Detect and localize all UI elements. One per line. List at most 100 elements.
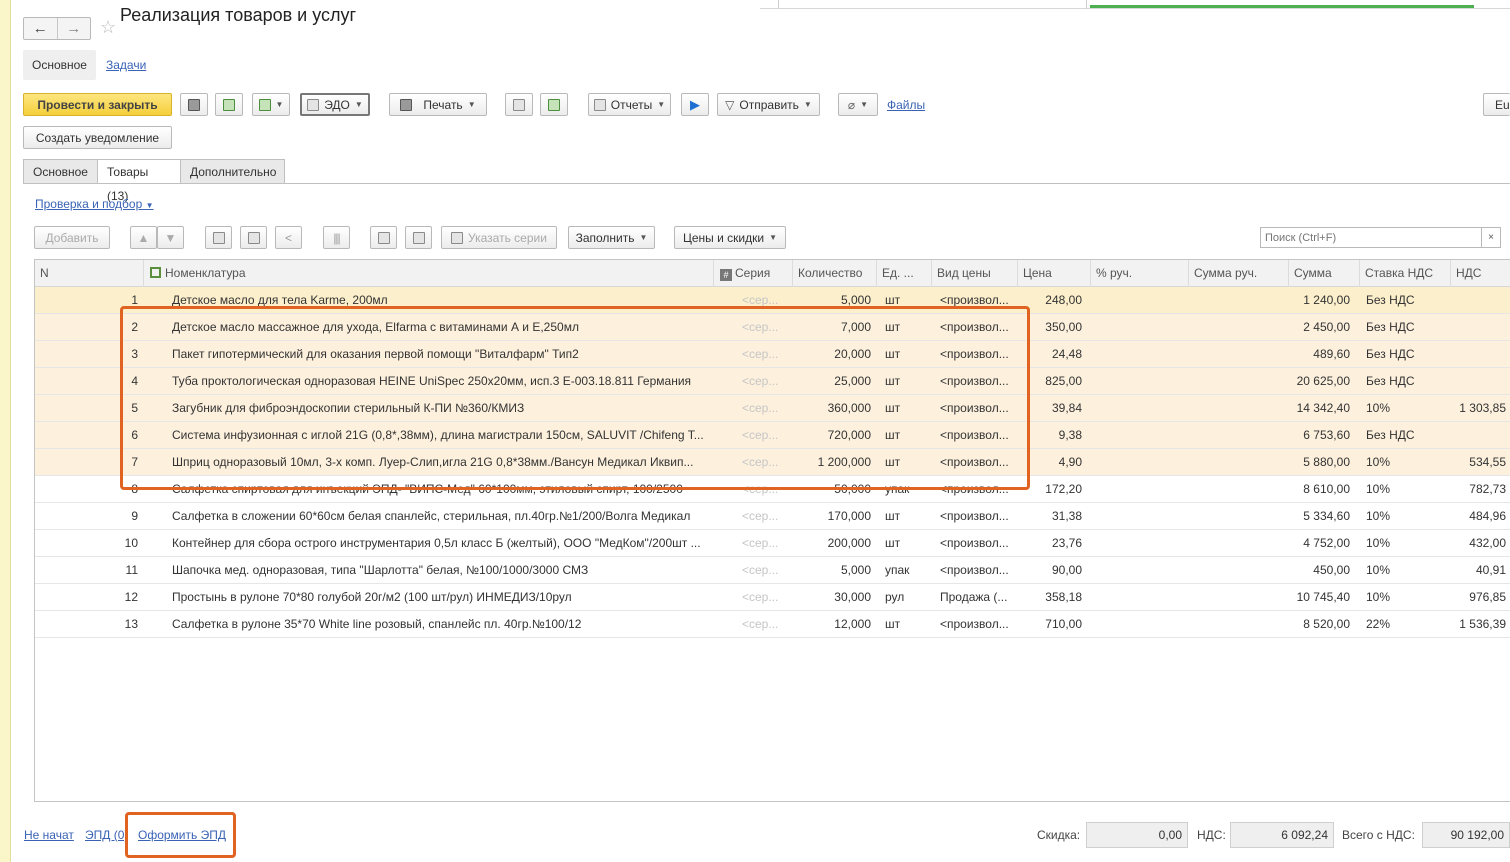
cell-price[interactable]: 358,18 [1017, 584, 1087, 610]
cell-vat[interactable] [1450, 422, 1510, 448]
table-row[interactable]: 10 Контейнер для сбора острого инструмент… [35, 530, 1510, 557]
cell-nomenclature[interactable]: Простынь в рулоне 70*80 голубой 20г/м2 (… [167, 584, 713, 610]
table-row[interactable]: 12 Простынь в рулоне 70*80 голубой 20г/м2… [35, 584, 1510, 611]
cell-vat-rate[interactable]: 10% [1361, 584, 1450, 610]
column-header-sum[interactable]: Сумма [1288, 260, 1359, 287]
column-header-manual-sum[interactable]: Сумма руч. [1188, 260, 1288, 287]
cell-vat[interactable]: 976,85 [1450, 584, 1510, 610]
cell-n[interactable]: 12 [35, 584, 143, 610]
flag-button[interactable]: ▶ [681, 93, 709, 116]
cell-vat-rate[interactable]: 10% [1361, 530, 1450, 556]
table-row[interactable]: 9 Салфетка в сложении 60*60см белая спанл… [35, 503, 1510, 530]
cell-series[interactable]: <сер... [737, 557, 792, 583]
specify-series-button[interactable]: Указать серии [441, 226, 557, 249]
cell-vat[interactable] [1450, 368, 1510, 394]
unpost-button[interactable] [215, 93, 243, 116]
cell-vat-rate[interactable]: 10% [1361, 557, 1450, 583]
cell-sum[interactable]: 1 240,00 [1288, 287, 1355, 313]
cell-nomenclature[interactable]: Шапочка мед. одноразовая, типа "Шарлотта… [167, 557, 713, 583]
cell-series[interactable]: <сер... [737, 530, 792, 556]
edit-structure-button[interactable] [540, 93, 568, 116]
cell-vat-rate[interactable]: Без НДС [1361, 368, 1450, 394]
cell-nomenclature[interactable]: Контейнер для сбора острого инструментар… [167, 530, 713, 556]
cell-qty[interactable]: 30,000 [792, 584, 876, 610]
cell-sum[interactable]: 6 753,60 [1288, 422, 1355, 448]
cell-vat-rate[interactable]: 10% [1361, 476, 1450, 502]
cell-unit[interactable]: шт [880, 611, 931, 637]
column-header-price[interactable]: Цена [1017, 260, 1090, 287]
cell-qty[interactable]: 5,000 [792, 557, 876, 583]
cell-price[interactable]: 90,00 [1017, 557, 1087, 583]
cell-vat-rate[interactable]: 10% [1361, 395, 1450, 421]
cell-qty[interactable]: 12,000 [792, 611, 876, 637]
cell-qty[interactable]: 170,000 [792, 503, 876, 529]
cell-vat-rate[interactable]: 10% [1361, 449, 1450, 475]
cell-vat[interactable]: 40,91 [1450, 557, 1510, 583]
barcode-button[interactable]: ||| [323, 226, 350, 249]
share-button[interactable]: < [275, 226, 302, 249]
cell-vat-rate[interactable]: Без НДС [1361, 287, 1450, 313]
search-input[interactable] [1260, 227, 1482, 248]
extra-button[interactable]: Eu [1483, 93, 1510, 116]
favorite-star-icon[interactable]: ☆ [100, 17, 116, 38]
cell-vat[interactable]: 534,55 [1450, 449, 1510, 475]
cell-nomenclature[interactable]: Салфетка в сложении 60*60см белая спанле… [167, 503, 713, 529]
cell-price-type[interactable]: <произвол... [935, 557, 1017, 583]
check-and-select-link[interactable]: Проверка и подбор ▼ [35, 197, 154, 211]
reports-button[interactable]: Отчеты ▼ [588, 93, 671, 116]
cell-vat[interactable]: 432,00 [1450, 530, 1510, 556]
cell-price[interactable]: 31,38 [1017, 503, 1087, 529]
cell-sum[interactable]: 2 450,00 [1288, 314, 1355, 340]
cell-nomenclature[interactable]: Салфетка в рулоне 35*70 White line розов… [167, 611, 713, 637]
clear-search-button[interactable]: × [1481, 227, 1501, 248]
files-link[interactable]: Файлы [887, 98, 925, 112]
cell-series[interactable]: <сер... [737, 584, 792, 610]
table-row[interactable]: 13 Салфетка в рулоне 35*70 White line роз… [35, 611, 1510, 638]
status-link[interactable]: Не начат [24, 828, 74, 842]
cell-n[interactable]: 9 [35, 503, 143, 529]
cell-vat[interactable] [1450, 314, 1510, 340]
column-header-vat-rate[interactable]: Ставка НДС [1359, 260, 1450, 287]
move-down-button[interactable]: ▼ [157, 226, 184, 249]
column-header-price-type[interactable]: Вид цены [931, 260, 1017, 287]
cell-qty[interactable]: 200,000 [792, 530, 876, 556]
cell-vat-rate[interactable]: 10% [1361, 503, 1450, 529]
cell-vat[interactable]: 782,73 [1450, 476, 1510, 502]
cell-unit[interactable]: упак [880, 557, 931, 583]
cell-price[interactable]: 710,00 [1017, 611, 1087, 637]
cell-vat-rate[interactable]: 22% [1361, 611, 1450, 637]
tab-extra[interactable]: Дополнительно [180, 159, 285, 184]
cell-unit[interactable]: шт [880, 503, 931, 529]
post-button[interactable] [180, 93, 208, 116]
edo-button[interactable]: ЭДО ▼ [300, 93, 370, 116]
epd-link[interactable]: ЭПД (0) [85, 828, 127, 842]
cell-vat-rate[interactable]: Без НДС [1361, 314, 1450, 340]
cell-price-type[interactable]: <произвол... [935, 611, 1017, 637]
copy-button[interactable] [205, 226, 232, 249]
prices-discounts-button[interactable]: Цены и скидки ▼ [674, 226, 786, 249]
cell-sum[interactable]: 5 334,60 [1288, 503, 1355, 529]
table-button[interactable] [370, 226, 397, 249]
print-button[interactable]: Печать ▼ [389, 93, 487, 116]
cell-sum[interactable]: 4 752,00 [1288, 530, 1355, 556]
create-notice-button[interactable]: Создать уведомление [23, 126, 172, 149]
cell-series[interactable]: <сер... [737, 611, 792, 637]
cell-price-type[interactable]: <произвол... [935, 503, 1017, 529]
attachments-button[interactable]: ⌀ ▼ [838, 93, 878, 116]
cell-sum[interactable]: 5 880,00 [1288, 449, 1355, 475]
column-header-nomenclature[interactable]: Номенклатура [143, 260, 713, 287]
column-header-unit[interactable]: Ед. ... [876, 260, 931, 287]
move-up-button[interactable]: ▲ [130, 226, 157, 249]
cell-n[interactable]: 11 [35, 557, 143, 583]
send-button[interactable]: ▽ Отправить ▼ [717, 93, 820, 116]
subtab-tasks[interactable]: Задачи [97, 50, 155, 80]
tab-main[interactable]: Основное [23, 159, 98, 184]
add-row-button[interactable]: Добавить [34, 226, 110, 249]
column-header-series[interactable]: # Серия [713, 260, 792, 287]
subtab-main[interactable]: Основное [23, 50, 96, 80]
cell-vat[interactable]: 484,96 [1450, 503, 1510, 529]
post-and-close-button[interactable]: Провести и закрыть [23, 93, 172, 116]
cell-n[interactable]: 10 [35, 530, 143, 556]
cell-price-type[interactable]: <произвол... [935, 530, 1017, 556]
forward-button[interactable]: → [56, 18, 91, 39]
